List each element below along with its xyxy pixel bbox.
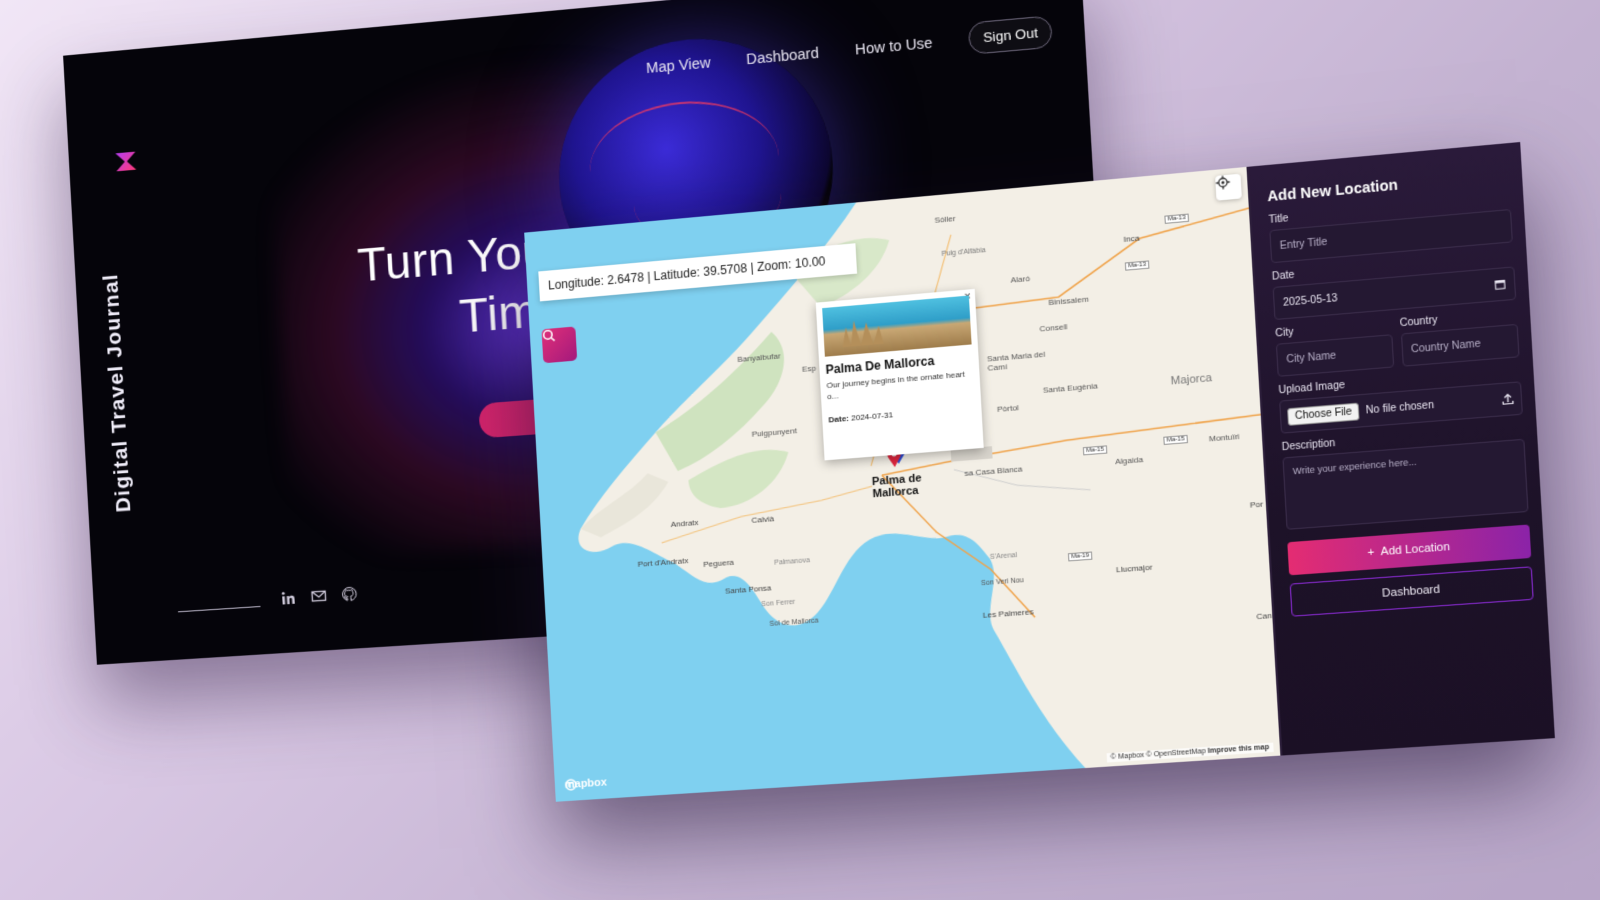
social-divider [178, 605, 261, 613]
popup-date: Date: 2024-07-31 [828, 403, 975, 424]
date-value: 2025-05-13 [1282, 292, 1338, 309]
map-label-portol: Pòrtol [996, 403, 1020, 414]
choose-file-button[interactable]: Choose File [1287, 402, 1360, 426]
nav-map-view[interactable]: Map View [646, 54, 711, 76]
map-label-por: Por [1249, 499, 1264, 510]
map-view-window: Sóller Puig d'Alfàbia Inca Alaró Binissa… [524, 142, 1555, 802]
plus-icon: + [1367, 546, 1375, 560]
map-label-alaro: Alaró [1010, 273, 1031, 285]
description-textarea[interactable]: Write your experience here... [1282, 438, 1529, 530]
geolocate-button[interactable] [1215, 173, 1242, 201]
nav-how-to-use[interactable]: How to Use [855, 34, 933, 57]
country-field: Country Country Name [1399, 300, 1520, 367]
map-canvas[interactable]: Sóller Puig d'Alfàbia Inca Alaró Binissa… [524, 166, 1281, 802]
map-label-inca: Inca [1123, 233, 1140, 245]
dashboard-button[interactable]: Dashboard [1289, 566, 1534, 617]
city-placeholder: City Name [1286, 349, 1337, 366]
nav-dashboard[interactable]: Dashboard [746, 44, 820, 67]
map-label-esp: Esp [801, 363, 817, 374]
linkedin-icon[interactable] [280, 589, 297, 606]
country-input[interactable]: Country Name [1400, 323, 1520, 367]
country-placeholder: Country Name [1410, 337, 1481, 356]
crosshair-icon [1215, 175, 1231, 191]
upload-icon [1501, 392, 1515, 406]
calendar-icon[interactable] [1494, 279, 1505, 290]
showcase-scene: Map View Dashboard How to Use Sign Out D… [0, 0, 1600, 900]
no-file-text: No file chosen [1365, 399, 1435, 417]
description-placeholder: Write your experience here... [1292, 456, 1417, 477]
mapbox-mark-icon [565, 778, 578, 791]
social-links [280, 585, 358, 606]
map-label-can: Can [1256, 610, 1273, 622]
road-label-ma19: Ma-19 [1067, 551, 1093, 562]
mail-icon[interactable] [310, 587, 327, 604]
vertical-brand-title: Digital Travel Journal [99, 272, 136, 514]
map-search-button[interactable] [541, 326, 578, 364]
sign-out-button[interactable]: Sign Out [968, 15, 1053, 55]
map-label-soller: Sóller [934, 213, 956, 225]
popup-photo [822, 295, 972, 357]
popup-date-label: Date: [828, 413, 850, 425]
map-label-calvia: Calvià [751, 514, 775, 525]
add-location-button[interactable]: + Add Location [1287, 524, 1532, 576]
landing-nav: Map View Dashboard How to Use Sign Out [645, 15, 1053, 83]
location-popup: × Palma De Mallorca Our journey begins i… [815, 288, 984, 461]
github-icon[interactable] [341, 585, 358, 602]
map-label-palma: Palma de Mallorca [871, 472, 922, 501]
popup-date-value: 2024-07-31 [850, 409, 894, 423]
add-location-sidebar: Add New Location Title Entry Title Date … [1246, 142, 1555, 756]
title-placeholder: Entry Title [1279, 236, 1328, 252]
app-logo-icon[interactable] [112, 147, 139, 175]
city-input[interactable]: City Name [1275, 334, 1394, 377]
city-field: City City Name [1274, 310, 1394, 377]
add-location-label: Add Location [1380, 540, 1451, 559]
search-icon [542, 329, 555, 342]
